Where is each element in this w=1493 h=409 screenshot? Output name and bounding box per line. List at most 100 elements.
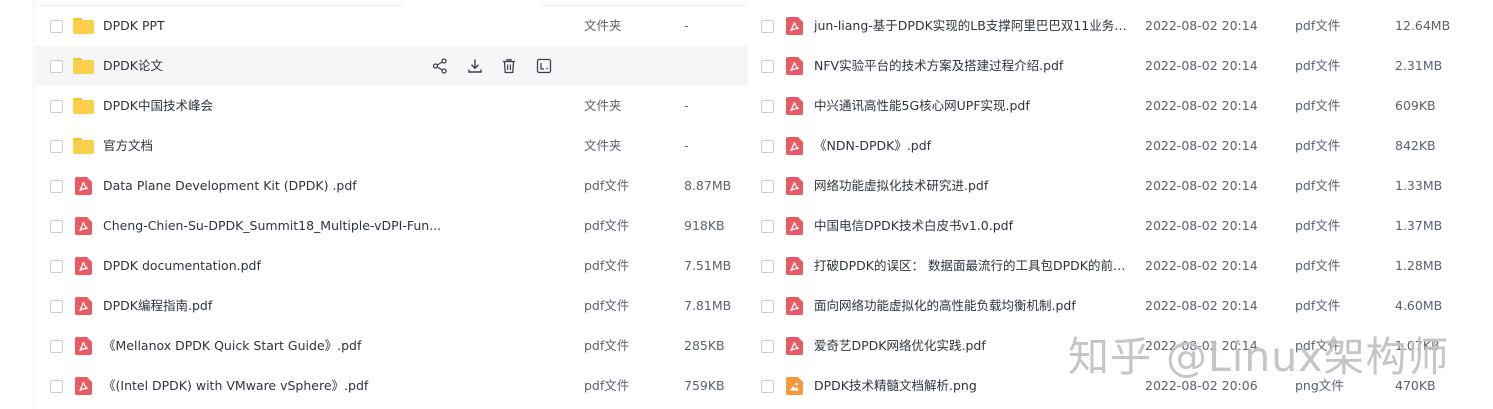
file-row[interactable]: DPDK documentation.pdf pdf文件 7.51MB [35, 246, 748, 286]
file-name[interactable]: DPDK中国技术峰会 [103, 86, 573, 126]
modified-date: 2022-08-02 20:14 [1145, 18, 1258, 33]
file-size: 1.28MB [1395, 258, 1443, 273]
file-name[interactable]: 《Mellanox DPDK Quick Start Guide》.pdf [103, 326, 573, 366]
row-checkbox[interactable] [761, 60, 774, 73]
modified-date: 2022-08-02 20:14 [1145, 298, 1258, 313]
file-row[interactable]: NFV实验平台的技术方案及搭建过程介绍.pdf 2022-08-02 20:14 p… [748, 46, 1493, 86]
pdf-file-icon [75, 217, 92, 235]
row-checkbox[interactable] [761, 340, 774, 353]
pdf-file-icon [786, 217, 803, 235]
file-size: 609KB [1395, 98, 1436, 113]
file-type: 文件夹 [584, 98, 622, 113]
pdf-file-icon [786, 297, 803, 315]
pdf-file-icon [75, 377, 92, 395]
file-row[interactable]: 网络功能虚拟化技术研究进.pdf 2022-08-02 20:14 pdf文件 1.3… [748, 166, 1493, 206]
file-size: 1.37MB [1395, 218, 1443, 233]
file-type: pdf文件 [1295, 298, 1341, 313]
file-row[interactable]: 《Mellanox DPDK Quick Start Guide》.pdf pdf… [35, 326, 748, 366]
file-name[interactable]: 面向网络功能虚拟化的高性能负载均衡机制.pdf [814, 286, 1132, 326]
modified-date: 2022-08-02 20:14 [1145, 98, 1258, 113]
file-size: - [684, 138, 689, 153]
pdf-file-icon [786, 137, 803, 155]
row-checkbox[interactable] [50, 380, 63, 393]
row-checkbox[interactable] [761, 100, 774, 113]
file-name[interactable]: DPDK编程指南.pdf [103, 286, 573, 326]
file-row[interactable]: Data Plane Development Kit (DPDK) .pdf pd… [35, 166, 748, 206]
more-button[interactable] [535, 57, 553, 75]
file-row[interactable]: DPDK编程指南.pdf pdf文件 7.81MB [35, 286, 748, 326]
row-checkbox[interactable] [761, 220, 774, 233]
file-row[interactable]: jun-liang-基于DPDK实现的LB支撑阿里巴巴双11业务—... 2022… [748, 6, 1493, 46]
file-name[interactable]: 网络功能虚拟化技术研究进.pdf [814, 166, 1132, 206]
row-checkbox[interactable] [50, 100, 63, 113]
file-name[interactable]: 《NDN-DPDK》.pdf [814, 126, 1132, 166]
file-size: 2.31MB [1395, 58, 1443, 73]
share-icon [431, 57, 449, 75]
row-checkbox[interactable] [761, 380, 774, 393]
file-name[interactable]: NFV实验平台的技术方案及搭建过程介绍.pdf [814, 46, 1132, 86]
file-size: 918KB [684, 218, 725, 233]
share-button[interactable] [431, 57, 449, 75]
folder-row[interactable]: DPDK论文 [35, 46, 748, 86]
row-checkbox[interactable] [761, 140, 774, 153]
download-button[interactable] [466, 57, 484, 75]
row-checkbox[interactable] [50, 340, 63, 353]
file-name[interactable]: DPDK documentation.pdf [103, 246, 573, 286]
row-checkbox[interactable] [50, 220, 63, 233]
file-name[interactable]: Data Plane Development Kit (DPDK) .pdf [103, 166, 573, 206]
file-row[interactable]: 《NDN-DPDK》.pdf 2022-08-02 20:14 pdf文件 842KB [748, 126, 1493, 166]
file-type: pdf文件 [1295, 58, 1341, 73]
file-name[interactable]: 打破DPDK的误区： 数据面最流行的工具包DPDK的前世... [814, 246, 1132, 286]
delete-icon [500, 57, 518, 75]
file-name[interactable]: 中国电信DPDK技术白皮书v1.0.pdf [814, 206, 1132, 246]
row-checkbox[interactable] [50, 300, 63, 313]
folder-row[interactable]: DPDK PPT 文件夹 - [35, 6, 748, 46]
image-file-icon [786, 377, 803, 395]
folder-row[interactable]: DPDK中国技术峰会 文件夹 - [35, 86, 748, 126]
folder-icon [73, 98, 94, 114]
file-type: pdf文件 [1295, 178, 1341, 193]
row-checkbox[interactable] [50, 260, 63, 273]
file-size: 8.87MB [684, 178, 732, 193]
file-row[interactable]: 面向网络功能虚拟化的高性能负载均衡机制.pdf 2022-08-02 20:14 p… [748, 286, 1493, 326]
row-checkbox[interactable] [761, 20, 774, 33]
file-name[interactable]: DPDK论文 [103, 46, 423, 86]
row-checkbox[interactable] [50, 20, 63, 33]
pdf-file-icon [75, 177, 92, 195]
folder-icon [73, 18, 94, 34]
folder-icon [73, 138, 94, 154]
file-size: 842KB [1395, 138, 1436, 153]
modified-date: 2022-08-02 20:14 [1145, 258, 1258, 273]
row-checkbox[interactable] [50, 60, 63, 73]
row-checkbox[interactable] [761, 260, 774, 273]
file-row[interactable]: 中兴通讯高性能5G核心网UPF实现.pdf 2022-08-02 20:14 pdf… [748, 86, 1493, 126]
file-name[interactable]: 中兴通讯高性能5G核心网UPF实现.pdf [814, 86, 1132, 126]
file-row[interactable]: Cheng-Chien-Su-DPDK_Summit18_Multiple-vD… [35, 206, 748, 246]
file-name[interactable]: 官方文档 [103, 126, 573, 166]
file-size: 7.81MB [684, 298, 732, 313]
pdf-file-icon [75, 297, 92, 315]
row-checkbox[interactable] [50, 180, 63, 193]
file-type: pdf文件 [584, 298, 630, 313]
file-type: 文件夹 [584, 18, 622, 33]
modified-date: 2022-08-02 20:14 [1145, 218, 1258, 233]
file-name[interactable]: DPDK PPT [103, 6, 573, 46]
row-checkbox[interactable] [761, 300, 774, 313]
file-type: pdf文件 [1295, 258, 1341, 273]
file-type: pdf文件 [584, 338, 630, 353]
delete-button[interactable] [500, 57, 518, 75]
file-name[interactable]: jun-liang-基于DPDK实现的LB支撑阿里巴巴双11业务—... [814, 6, 1132, 46]
row-checkbox[interactable] [50, 140, 63, 153]
file-name[interactable]: Cheng-Chien-Su-DPDK_Summit18_Multiple-vD… [103, 206, 573, 246]
folder-row[interactable]: 官方文档 文件夹 - [35, 126, 748, 166]
file-row[interactable]: 中国电信DPDK技术白皮书v1.0.pdf 2022-08-02 20:14 pdf… [748, 206, 1493, 246]
file-row[interactable]: 《(Intel DPDK) with VMware vSphere》.pdf pd… [35, 366, 748, 406]
pdf-file-icon [786, 17, 803, 35]
file-name[interactable]: 《(Intel DPDK) with VMware vSphere》.pdf [103, 366, 573, 406]
file-size: 7.51MB [684, 258, 732, 273]
file-list-left: DPDK PPT 文件夹 - DPDK论文 DPDK中国技术峰会 文件夹 - 官方文档 文件夹 -… [35, 6, 748, 406]
file-size: 1.33MB [1395, 178, 1443, 193]
file-row[interactable]: 打破DPDK的误区： 数据面最流行的工具包DPDK的前世... 2022-08-0… [748, 246, 1493, 286]
more-icon [535, 57, 553, 75]
row-checkbox[interactable] [761, 180, 774, 193]
